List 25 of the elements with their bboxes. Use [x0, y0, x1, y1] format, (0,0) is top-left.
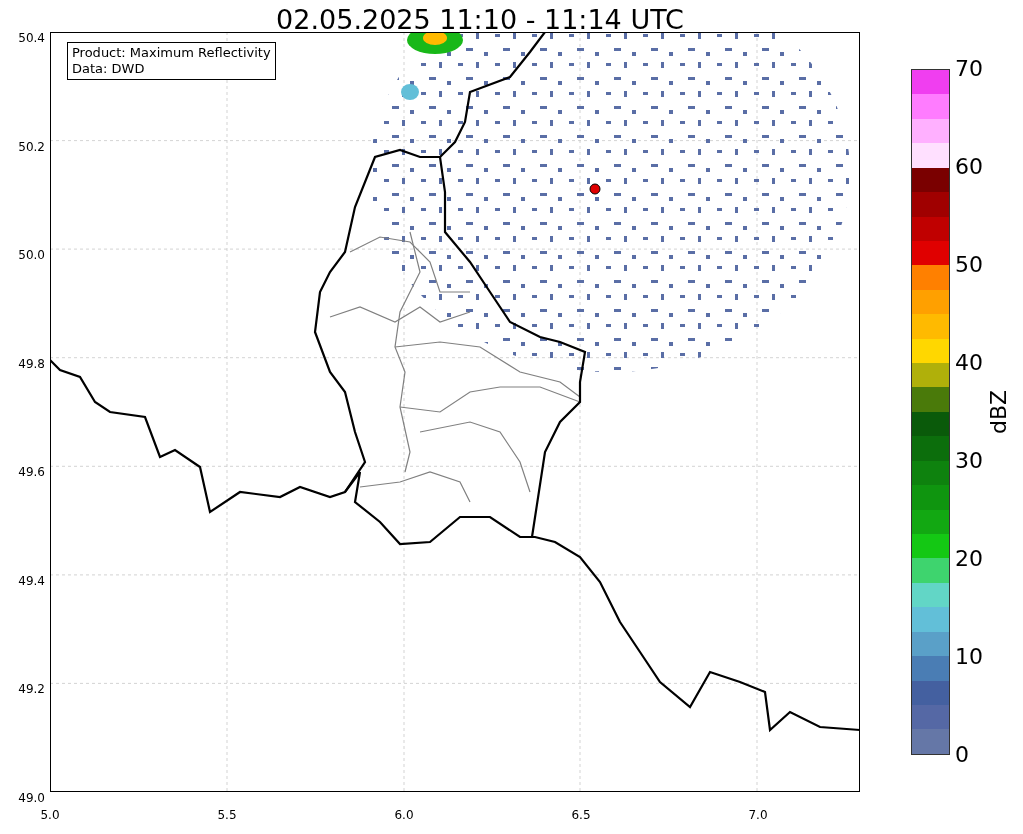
chart-title: 02.05.2025 11:10 - 11:14 UTC: [276, 3, 684, 37]
y-tick-label: 50.2: [18, 140, 45, 153]
colorbar-tick-label: 70: [955, 57, 983, 81]
colorbar-tick-label: 30: [955, 449, 983, 473]
colorbar-tick-label: 60: [955, 155, 983, 179]
y-tick-label: 49.8: [18, 357, 45, 370]
colorbar-tick-label: 50: [955, 253, 983, 277]
y-tick-label: 49.0: [18, 791, 45, 804]
legend-text: Data: DWD: [72, 61, 146, 77]
x-tick-label: 6.0: [394, 808, 414, 822]
colorbar-tick-label: 40: [955, 351, 983, 375]
colorbar-tick-label: 20: [955, 547, 983, 571]
colorbar-label: dBZ: [987, 389, 1012, 435]
x-tick-label: 5.5: [217, 808, 237, 822]
colorbar-tick-label: 0: [955, 743, 970, 767]
y-tick-label: 50.4: [18, 32, 45, 44]
y-tick-label: 49.6: [18, 466, 45, 479]
y-tick-label: 49.4: [18, 574, 45, 587]
x-tick-label: 7.0: [748, 808, 768, 822]
legend-text: Product: Maximum Reflectivity: [72, 45, 271, 61]
colorbar-tick-label: 10: [955, 645, 983, 669]
y-tick-label: 49.2: [18, 683, 45, 696]
x-tick-label: 5.0: [40, 808, 60, 822]
y-tick-label: 50.0: [18, 249, 45, 262]
x-tick-label: 6.5: [571, 808, 591, 822]
